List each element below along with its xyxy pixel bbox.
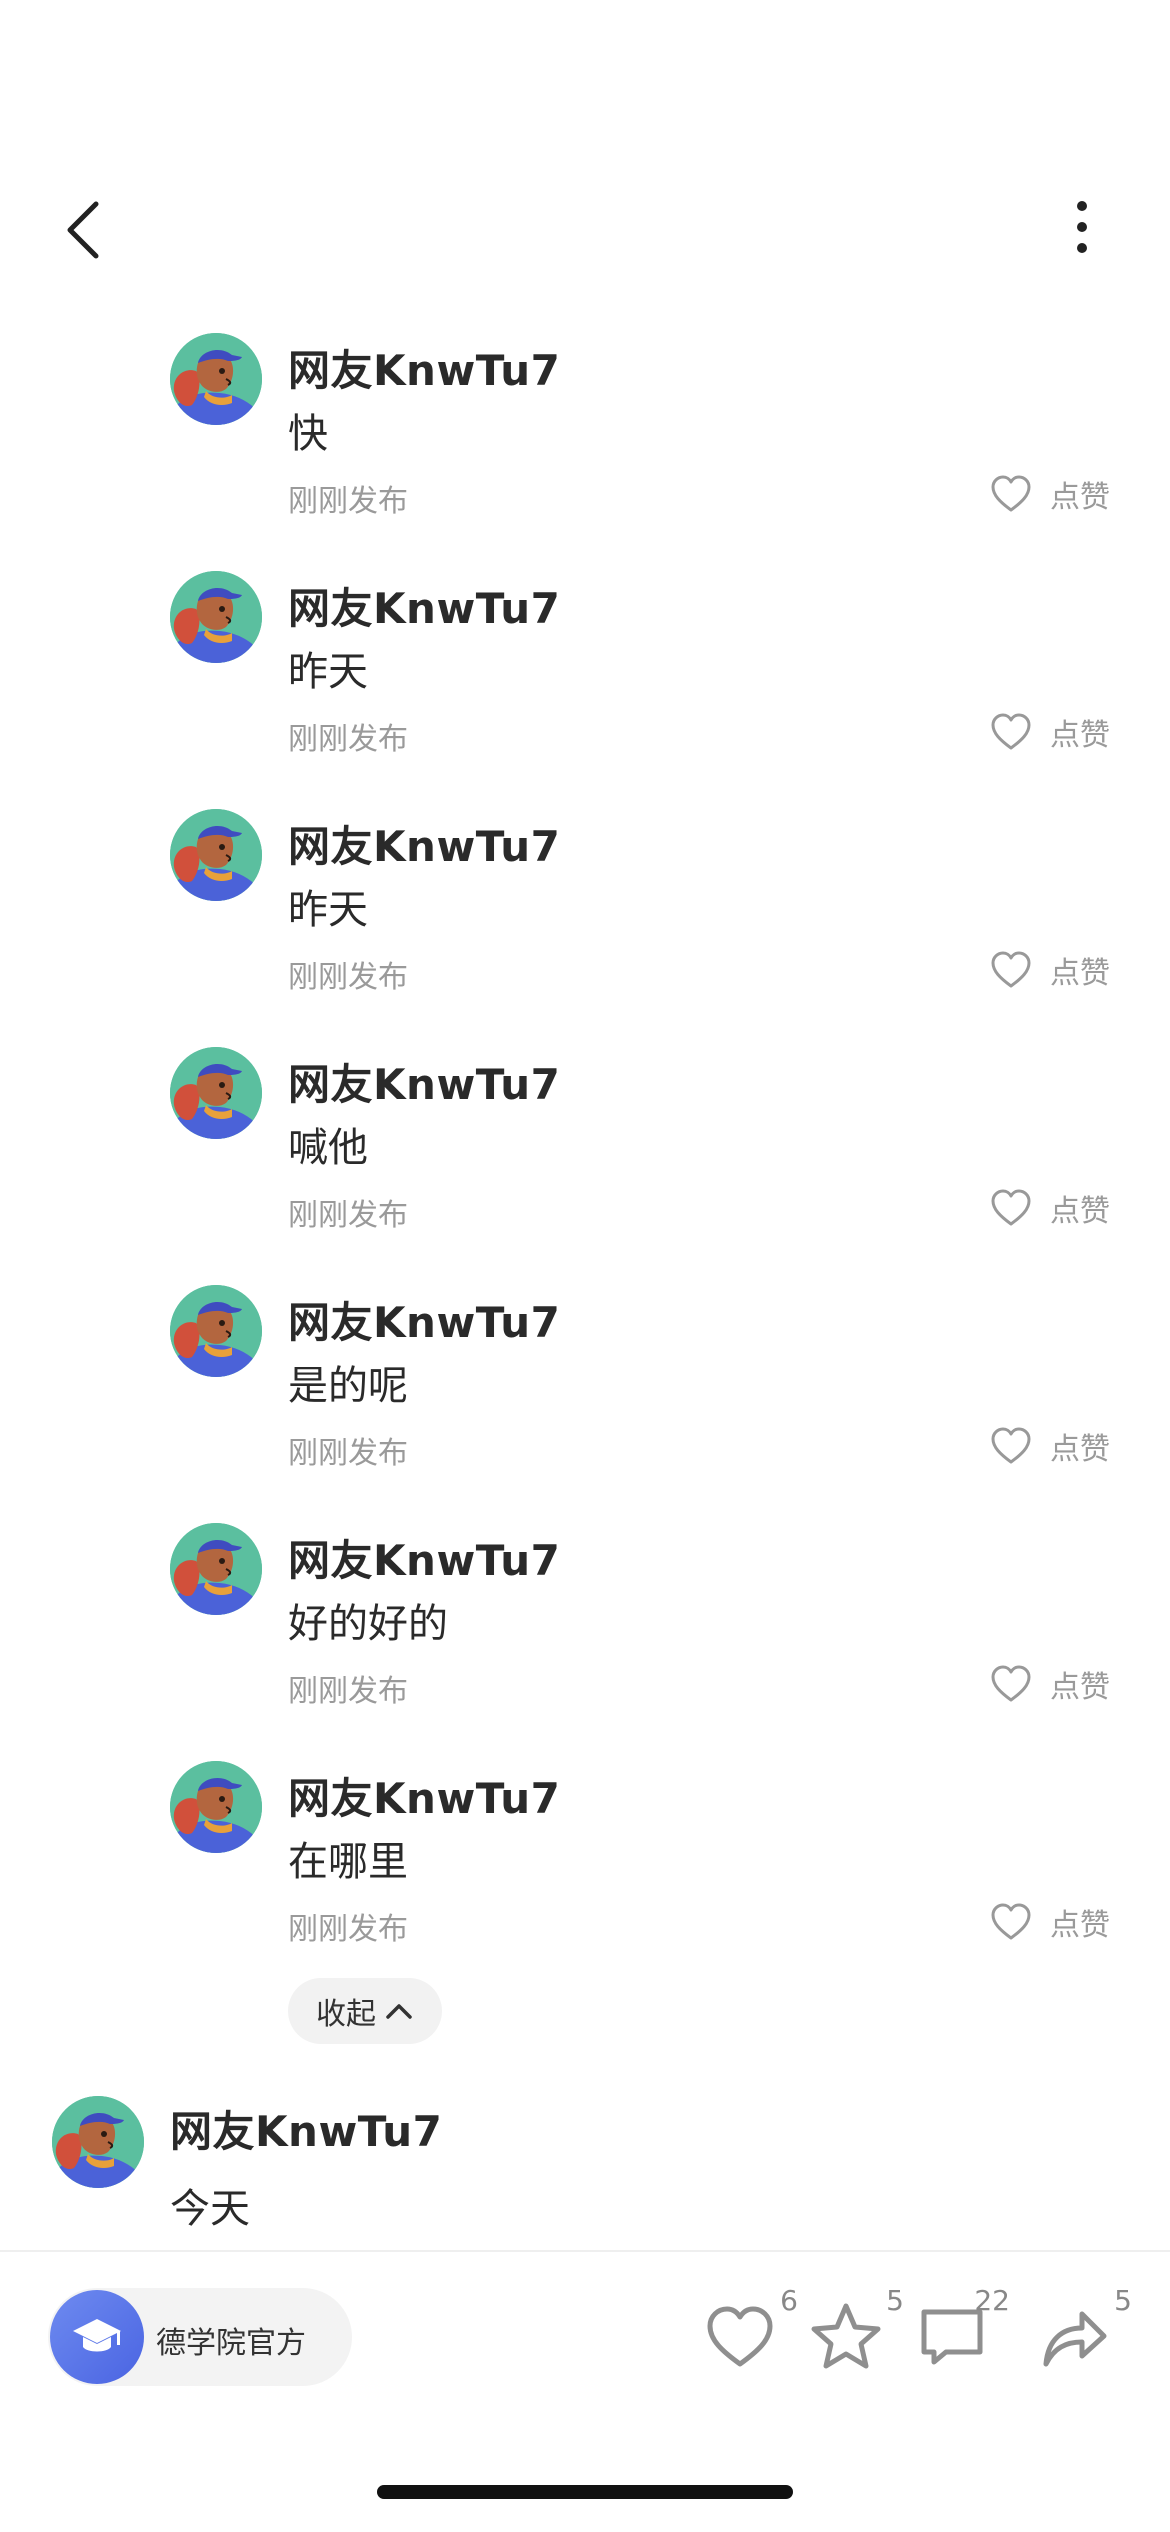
user-avatar[interactable] bbox=[170, 1047, 262, 1139]
reply-item: 网友KnwTu7 在哪里 刚刚发布 点赞 bbox=[0, 1761, 1170, 1999]
reply-username[interactable]: 网友KnwTu7 bbox=[288, 1527, 560, 1588]
reply-timestamp: 刚刚发布 bbox=[288, 484, 408, 519]
reply-timestamp: 刚刚发布 bbox=[288, 1912, 408, 1947]
heart-icon bbox=[991, 475, 1031, 512]
reply-timestamp: 刚刚发布 bbox=[288, 722, 408, 757]
reply-username[interactable]: 网友KnwTu7 bbox=[288, 1289, 560, 1350]
reply-timestamp: 刚刚发布 bbox=[288, 960, 408, 995]
heart-icon bbox=[991, 1189, 1031, 1226]
comment-button[interactable]: 22 bbox=[912, 2284, 1010, 2386]
comment-text: 今天 bbox=[170, 2186, 250, 2232]
reply-item: 网友KnwTu7 好的好的 刚刚发布 点赞 bbox=[0, 1523, 1170, 1761]
comment-username[interactable]: 网友KnwTu7 bbox=[170, 2098, 442, 2159]
like-button[interactable]: 点赞 bbox=[990, 707, 1110, 757]
reply-text: 喊他 bbox=[288, 1125, 368, 1171]
heart-icon bbox=[991, 1903, 1031, 1940]
collapse-label: 收起 bbox=[316, 1997, 376, 2032]
like-label: 点赞 bbox=[1050, 1908, 1110, 1943]
collapse-replies-button[interactable]: 收起 bbox=[288, 1978, 442, 2044]
user-avatar[interactable] bbox=[170, 571, 262, 663]
reply-timestamp: 刚刚发布 bbox=[288, 1198, 408, 1233]
like-button[interactable]: 点赞 bbox=[990, 469, 1110, 519]
user-avatar[interactable] bbox=[170, 1285, 262, 1377]
back-button[interactable] bbox=[48, 190, 128, 270]
reply-text: 昨天 bbox=[288, 887, 368, 933]
like-button[interactable]: 点赞 bbox=[990, 1183, 1110, 1233]
user-avatar[interactable] bbox=[52, 2096, 144, 2188]
reply-item: 网友KnwTu7 快 刚刚发布 点赞 bbox=[0, 333, 1170, 571]
like-button[interactable]: 点赞 bbox=[990, 1659, 1110, 1709]
reply-username[interactable]: 网友KnwTu7 bbox=[288, 1765, 560, 1826]
post-like-button[interactable]: 6 bbox=[700, 2284, 798, 2386]
heart-icon bbox=[991, 951, 1031, 988]
reply-item: 网友KnwTu7 喊他 刚刚发布 点赞 bbox=[0, 1047, 1170, 1285]
reply-username[interactable]: 网友KnwTu7 bbox=[288, 575, 560, 636]
like-label: 点赞 bbox=[1050, 1194, 1110, 1229]
like-button[interactable]: 点赞 bbox=[990, 945, 1110, 995]
reply-text: 昨天 bbox=[288, 649, 368, 695]
favorites-count: 5 bbox=[886, 2284, 904, 2317]
user-avatar[interactable] bbox=[170, 333, 262, 425]
reply-timestamp: 刚刚发布 bbox=[288, 1674, 408, 1709]
heart-icon bbox=[707, 2306, 773, 2367]
reply-text: 快 bbox=[288, 411, 328, 457]
account-name: 德学院官方 bbox=[156, 2326, 306, 2361]
share-arrow-icon bbox=[1043, 2311, 1107, 2367]
like-label: 点赞 bbox=[1050, 480, 1110, 515]
back-chevron-icon bbox=[67, 201, 99, 259]
like-label: 点赞 bbox=[1050, 1670, 1110, 1705]
reply-text: 是的呢 bbox=[288, 1363, 408, 1409]
reply-timestamp: 刚刚发布 bbox=[288, 1436, 408, 1471]
share-button[interactable]: 5 bbox=[1034, 2284, 1132, 2386]
user-avatar[interactable] bbox=[170, 1523, 262, 1615]
chevron-up-icon bbox=[386, 2004, 412, 2019]
user-avatar[interactable] bbox=[170, 1761, 262, 1853]
like-button[interactable]: 点赞 bbox=[990, 1897, 1110, 1947]
more-vertical-icon bbox=[1077, 201, 1087, 253]
like-label: 点赞 bbox=[1050, 1432, 1110, 1467]
reply-item: 网友KnwTu7 昨天 刚刚发布 点赞 bbox=[0, 571, 1170, 809]
graduation-cap-icon bbox=[50, 2290, 144, 2384]
account-chip[interactable]: 德学院官方 bbox=[48, 2288, 352, 2386]
favorite-button[interactable]: 5 bbox=[806, 2284, 904, 2386]
reply-text: 在哪里 bbox=[288, 1839, 408, 1885]
home-indicator bbox=[377, 2485, 793, 2499]
reply-username[interactable]: 网友KnwTu7 bbox=[288, 337, 560, 398]
more-options-button[interactable] bbox=[1040, 190, 1120, 270]
like-label: 点赞 bbox=[1050, 956, 1110, 991]
star-icon bbox=[811, 2303, 881, 2369]
like-label: 点赞 bbox=[1050, 718, 1110, 753]
heart-icon bbox=[991, 1427, 1031, 1464]
bottom-divider bbox=[0, 2250, 1170, 2252]
reply-username[interactable]: 网友KnwTu7 bbox=[288, 1051, 560, 1112]
heart-icon bbox=[991, 1665, 1031, 1702]
like-button[interactable]: 点赞 bbox=[990, 1421, 1110, 1471]
reply-item: 网友KnwTu7 是的呢 刚刚发布 点赞 bbox=[0, 1285, 1170, 1523]
likes-count: 6 bbox=[780, 2284, 798, 2317]
reply-item: 网友KnwTu7 昨天 刚刚发布 点赞 bbox=[0, 809, 1170, 1047]
reply-username[interactable]: 网友KnwTu7 bbox=[288, 813, 560, 874]
user-avatar[interactable] bbox=[170, 809, 262, 901]
reply-text: 好的好的 bbox=[288, 1601, 448, 1647]
heart-icon bbox=[991, 713, 1031, 750]
comments-count: 22 bbox=[974, 2284, 1010, 2317]
shares-count: 5 bbox=[1114, 2284, 1132, 2317]
